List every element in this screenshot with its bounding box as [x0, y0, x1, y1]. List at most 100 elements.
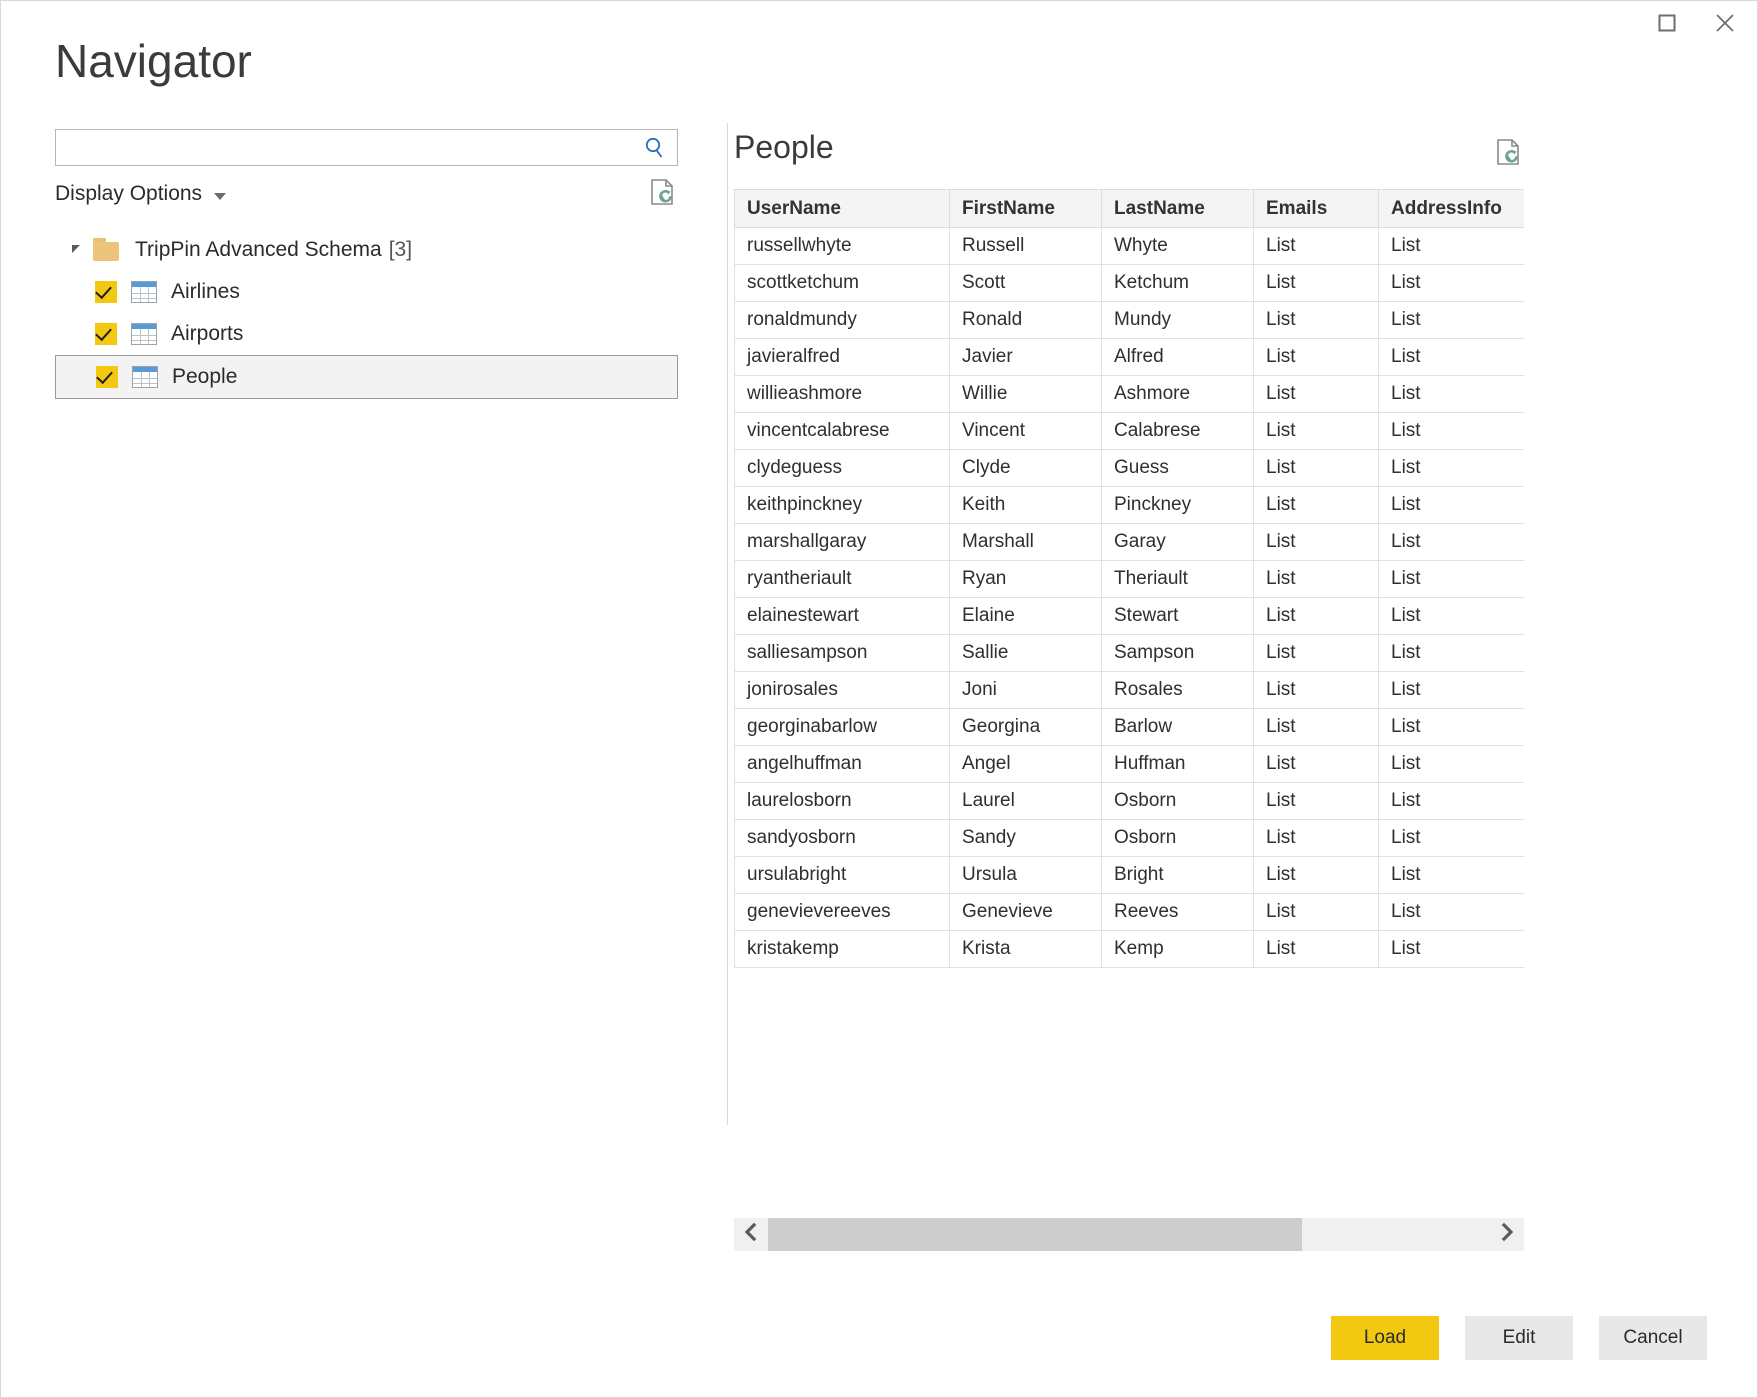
table-row[interactable]: laurelosbornLaurelOsbornListList [735, 783, 1525, 820]
table-row[interactable]: willieashmoreWillieAshmoreListList [735, 376, 1525, 413]
checkbox-airports[interactable] [95, 323, 117, 345]
close-window-button[interactable] [1697, 1, 1753, 45]
table-cell: georginabarlow [735, 709, 950, 746]
table-cell: ursulabright [735, 857, 950, 894]
table-cell: Barlow [1102, 709, 1254, 746]
tree-node-root[interactable]: TripPin Advanced Schema [3] [55, 229, 678, 271]
table-row[interactable]: russellwhyteRussellWhyteListList [735, 228, 1525, 265]
edit-button[interactable]: Edit [1465, 1316, 1573, 1360]
preview-grid: UserName FirstName LastName Emails Addre… [734, 189, 1524, 968]
table-row[interactable]: genevievereevesGenevieveReevesListList [735, 894, 1525, 931]
table-cell: sandyosborn [735, 820, 950, 857]
table-cell: List [1379, 376, 1525, 413]
table-cell: kristakemp [735, 931, 950, 968]
chevron-left-icon [742, 1222, 760, 1247]
table-cell: Joni [950, 672, 1102, 709]
table-cell: List [1254, 561, 1379, 598]
table-cell: salliesampson [735, 635, 950, 672]
table-cell: russellwhyte [735, 228, 950, 265]
column-header-firstname[interactable]: FirstName [950, 190, 1102, 228]
table-row[interactable]: sandyosbornSandyOsbornListList [735, 820, 1525, 857]
tree-node-airlines[interactable]: Airlines [55, 271, 678, 313]
search-icon[interactable] [641, 134, 669, 162]
refresh-document-icon[interactable] [648, 177, 678, 209]
table-row[interactable]: kristakempKristaKempListList [735, 931, 1525, 968]
display-options-dropdown[interactable]: Display Options [55, 179, 226, 209]
restore-window-icon [1656, 12, 1678, 34]
navigator-dialog: Navigator Display Options [0, 0, 1758, 1398]
tree-node-people[interactable]: People [55, 355, 678, 399]
refresh-document-icon[interactable] [1494, 137, 1524, 169]
table-row[interactable]: ronaldmundyRonaldMundyListList [735, 302, 1525, 339]
table-cell: Laurel [950, 783, 1102, 820]
table-cell: List [1254, 265, 1379, 302]
table-row[interactable]: vincentcalabreseVincentCalabreseListList [735, 413, 1525, 450]
table-row[interactable]: angelhuffmanAngelHuffmanListList [735, 746, 1525, 783]
table-cell: List [1254, 376, 1379, 413]
table-cell: List [1254, 524, 1379, 561]
search-input[interactable] [56, 130, 631, 165]
table-cell: marshallgaray [735, 524, 950, 561]
cancel-button[interactable]: Cancel [1599, 1316, 1707, 1360]
table-cell: Ketchum [1102, 265, 1254, 302]
table-cell: genevievereeves [735, 894, 950, 931]
table-row[interactable]: scottketchumScottKetchumListList [735, 265, 1525, 302]
load-button[interactable]: Load [1331, 1316, 1439, 1360]
table-row[interactable]: salliesampsonSallieSampsonListList [735, 635, 1525, 672]
navigator-right-pane: People UserName [734, 129, 1524, 185]
search-box[interactable] [55, 129, 678, 166]
table-cell: Whyte [1102, 228, 1254, 265]
table-cell: List [1379, 672, 1525, 709]
table-cell: List [1379, 635, 1525, 672]
table-cell: clydeguess [735, 450, 950, 487]
table-row[interactable]: georginabarlowGeorginaBarlowListList [735, 709, 1525, 746]
table-row[interactable]: keithpinckneyKeithPinckneyListList [735, 487, 1525, 524]
table-cell: Elaine [950, 598, 1102, 635]
table-cell: Vincent [950, 413, 1102, 450]
horizontal-scrollbar[interactable] [734, 1218, 1524, 1251]
table-cell: Alfred [1102, 339, 1254, 376]
triangle-expanded-icon[interactable] [65, 246, 87, 254]
tree-node-airports[interactable]: Airports [55, 313, 678, 355]
table-row[interactable]: ryantheriaultRyanTheriaultListList [735, 561, 1525, 598]
preview-grid-body: russellwhyteRussellWhyteListListscottket… [735, 228, 1525, 968]
table-row[interactable]: marshallgarayMarshallGarayListList [735, 524, 1525, 561]
scroll-left-button[interactable] [734, 1218, 768, 1251]
scroll-right-button[interactable] [1490, 1218, 1524, 1251]
scrollbar-track[interactable] [768, 1218, 1490, 1251]
table-cell: List [1254, 598, 1379, 635]
table-row[interactable]: elainestewartElaineStewartListList [735, 598, 1525, 635]
checkbox-people[interactable] [96, 366, 118, 388]
column-header-lastname[interactable]: LastName [1102, 190, 1254, 228]
column-header-username[interactable]: UserName [735, 190, 950, 228]
table-cell: List [1379, 709, 1525, 746]
table-cell: Clyde [950, 450, 1102, 487]
restore-window-button[interactable] [1639, 1, 1695, 45]
table-cell: Sampson [1102, 635, 1254, 672]
close-window-icon [1713, 11, 1737, 35]
table-cell: Georgina [950, 709, 1102, 746]
column-header-addressinfo[interactable]: AddressInfo [1379, 190, 1525, 228]
table-row[interactable]: javieralfredJavierAlfredListList [735, 339, 1525, 376]
table-cell: List [1254, 635, 1379, 672]
column-header-emails[interactable]: Emails [1254, 190, 1379, 228]
table-cell: Mundy [1102, 302, 1254, 339]
table-cell: List [1379, 228, 1525, 265]
table-cell: List [1254, 709, 1379, 746]
table-cell: scottketchum [735, 265, 950, 302]
checkbox-airlines[interactable] [95, 281, 117, 303]
table-cell: List [1254, 228, 1379, 265]
table-cell: List [1254, 339, 1379, 376]
chevron-down-icon [214, 193, 226, 200]
table-cell: Stewart [1102, 598, 1254, 635]
table-cell: Osborn [1102, 783, 1254, 820]
table-cell: laurelosborn [735, 783, 950, 820]
table-row[interactable]: ursulabrightUrsulaBrightListList [735, 857, 1525, 894]
table-cell: List [1254, 857, 1379, 894]
table-row[interactable]: clydeguessClydeGuessListList [735, 450, 1525, 487]
table-cell: List [1379, 524, 1525, 561]
table-cell: Krista [950, 931, 1102, 968]
tree-node-root-count: [3] [389, 238, 412, 262]
scrollbar-thumb[interactable] [768, 1218, 1302, 1251]
table-row[interactable]: jonirosalesJoniRosalesListList [735, 672, 1525, 709]
